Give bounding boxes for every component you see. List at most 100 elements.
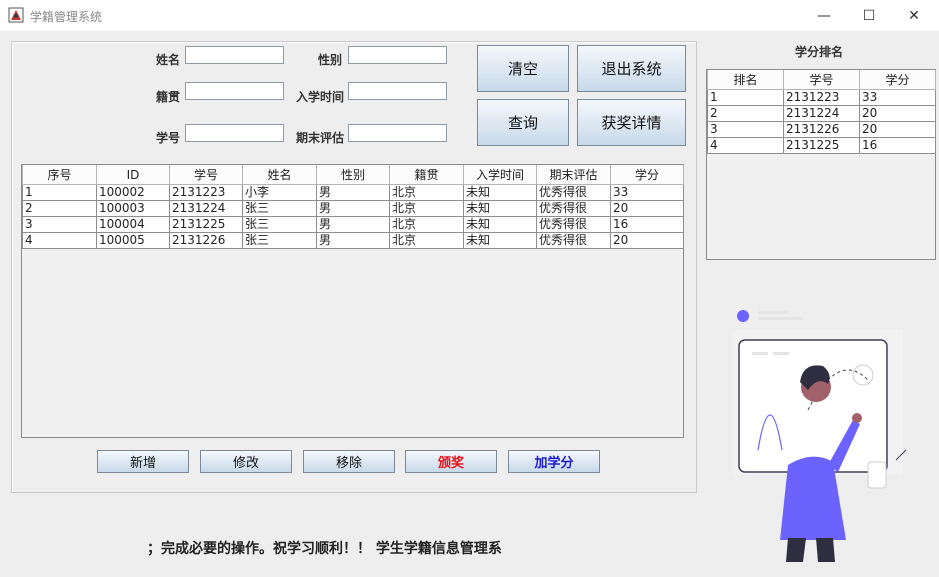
main-table-cell[interactable]: 男 xyxy=(316,232,390,249)
window-title: 学籍管理系统 xyxy=(30,10,103,24)
main-table-cell[interactable]: 100004 xyxy=(96,216,170,233)
rank-table-cell[interactable]: 20 xyxy=(859,121,936,138)
main-table-row[interactable]: 4 100005 2131226 张三男北京 未知 优秀得很 20 xyxy=(22,232,684,249)
rank-table-cell[interactable]: 2131223 xyxy=(783,89,860,106)
java-app-icon xyxy=(8,7,24,23)
main-table-cell[interactable]: 男 xyxy=(316,200,390,217)
main-table-cell[interactable]: 2 xyxy=(22,200,97,217)
main-table-cell[interactable]: 未知 xyxy=(463,184,537,201)
rank-table-row[interactable]: 1 2131223 33 xyxy=(707,89,936,106)
minimize-button[interactable]: — xyxy=(801,0,847,31)
remove-button[interactable]: 移除 xyxy=(303,450,395,473)
rank-table-cell[interactable]: 20 xyxy=(859,105,936,122)
main-table-cell[interactable]: 男 xyxy=(316,184,390,201)
rank-table-cell[interactable]: 2131225 xyxy=(783,137,860,154)
main-table-cell[interactable]: 优秀得很 xyxy=(536,184,611,201)
main-table-cell[interactable]: 北京 xyxy=(389,200,464,217)
main-table-cell[interactable]: 2131225 xyxy=(169,216,243,233)
student-no-label: 学号 xyxy=(155,131,180,145)
main-table-cell[interactable]: 20 xyxy=(610,232,684,249)
maximize-button[interactable]: ☐ xyxy=(846,0,892,31)
main-table-cell[interactable]: 100005 xyxy=(96,232,170,249)
main-table-cell[interactable]: 4 xyxy=(22,232,97,249)
add-credit-button[interactable]: 加学分 xyxy=(508,450,600,473)
main-table-cell[interactable]: 100003 xyxy=(96,200,170,217)
main-table-cell[interactable]: 2131223 xyxy=(169,184,243,201)
main-table-cell[interactable]: 20 xyxy=(610,200,684,217)
rank-table-cell[interactable]: 2131226 xyxy=(783,121,860,138)
main-table-cell[interactable]: 北京 xyxy=(389,216,464,233)
student-table[interactable]: 序号 ID 学号 姓名 性别 籍贯 入学时间 期末评估 学分 1 100002 2131223 小李男… xyxy=(21,164,684,438)
ranking-title: 学分排名 xyxy=(795,45,844,59)
main-table-cell[interactable]: 北京 xyxy=(389,184,464,201)
enroll-time-label: 入学时间 xyxy=(295,90,344,104)
student-illustration xyxy=(733,310,907,562)
rank-table-row[interactable]: 2 2131224 20 xyxy=(707,105,936,122)
clear-button[interactable]: 清空 xyxy=(477,45,569,92)
rank-table-cell[interactable]: 2 xyxy=(707,105,784,122)
main-column-header[interactable]: 序号 xyxy=(22,165,97,185)
main-table-cell[interactable]: 张三 xyxy=(242,232,317,249)
main-table-row[interactable]: 3 100004 2131225 张三男北京 未知 优秀得很 16 xyxy=(22,216,684,233)
gender-label: 性别 xyxy=(317,53,342,67)
scrolling-marquee: ；完成必要的操作。祝学习顺利！！ 学生学籍信息管理系 xyxy=(147,541,502,557)
edit-button[interactable]: 修改 xyxy=(200,450,292,473)
main-table-cell[interactable]: 优秀得很 xyxy=(536,232,611,249)
main-table-cell[interactable]: 张三 xyxy=(242,216,317,233)
award-button[interactable]: 颁奖 xyxy=(405,450,497,473)
main-table-cell[interactable]: 3 xyxy=(22,216,97,233)
main-column-header[interactable]: 籍贯 xyxy=(389,165,464,185)
gender-field[interactable] xyxy=(348,46,447,64)
origin-field[interactable] xyxy=(185,82,284,100)
rank-table-cell[interactable]: 4 xyxy=(707,137,784,154)
origin-label: 籍贯 xyxy=(155,90,180,104)
rank-table-row[interactable]: 4 2131225 16 xyxy=(707,137,936,154)
main-table-cell[interactable]: 优秀得很 xyxy=(536,200,611,217)
main-column-header[interactable]: 学分 xyxy=(610,165,684,185)
exit-system-button[interactable]: 退出系统 xyxy=(577,45,686,92)
rank-table-cell[interactable]: 2131224 xyxy=(783,105,860,122)
main-table-cell[interactable]: 张三 xyxy=(242,200,317,217)
main-column-header[interactable]: 姓名 xyxy=(242,165,317,185)
rank-table-row[interactable]: 3 2131226 20 xyxy=(707,121,936,138)
main-table-cell[interactable]: 33 xyxy=(610,184,684,201)
main-column-header[interactable]: 性别 xyxy=(316,165,390,185)
main-table-cell[interactable]: 100002 xyxy=(96,184,170,201)
main-table-cell[interactable]: 未知 xyxy=(463,232,537,249)
main-table-row[interactable]: 1 100002 2131223 小李男北京 未知 优秀得很 33 xyxy=(22,184,684,201)
main-column-header[interactable]: 入学时间 xyxy=(463,165,537,185)
ranking-table[interactable]: 排名 学号 学分 1 2131223 33 2 2131224 20 3 2131226 20 4 21… xyxy=(706,69,936,260)
main-table-cell[interactable]: 2131224 xyxy=(169,200,243,217)
main-column-header[interactable]: 期末评估 xyxy=(536,165,611,185)
main-table-cell[interactable]: 小李 xyxy=(242,184,317,201)
main-column-header[interactable]: ID xyxy=(96,165,170,185)
main-table-row[interactable]: 2 100003 2131224 张三男北京 未知 优秀得很 20 xyxy=(22,200,684,217)
name-label: 姓名 xyxy=(155,53,180,67)
student-no-field[interactable] xyxy=(185,124,284,142)
name-field[interactable] xyxy=(185,46,284,64)
final-eval-field[interactable] xyxy=(348,124,447,142)
award-detail-button[interactable]: 获奖详情 xyxy=(577,99,686,146)
close-button[interactable]: ✕ xyxy=(891,0,937,31)
main-table-cell[interactable]: 1 xyxy=(22,184,97,201)
rank-table-cell[interactable]: 3 xyxy=(707,121,784,138)
rank-table-cell[interactable]: 1 xyxy=(707,89,784,106)
main-table-cell[interactable]: 2131226 xyxy=(169,232,243,249)
main-table-cell[interactable]: 优秀得很 xyxy=(536,216,611,233)
main-table-cell[interactable]: 未知 xyxy=(463,200,537,217)
title-bar: 学籍管理系统 — ☐ ✕ xyxy=(0,0,939,31)
query-button[interactable]: 查询 xyxy=(477,99,569,146)
main-column-header[interactable]: 学号 xyxy=(169,165,243,185)
main-table-cell[interactable]: 北京 xyxy=(389,232,464,249)
main-table-cell[interactable]: 未知 xyxy=(463,216,537,233)
main-table-cell[interactable]: 16 xyxy=(610,216,684,233)
enroll-time-field[interactable] xyxy=(348,82,447,100)
rank-column-header[interactable]: 学号 xyxy=(783,70,860,90)
rank-table-cell[interactable]: 16 xyxy=(859,137,936,154)
rank-table-cell[interactable]: 33 xyxy=(859,89,936,106)
add-button[interactable]: 新增 xyxy=(97,450,189,473)
main-table-cell[interactable]: 男 xyxy=(316,216,390,233)
rank-column-header[interactable]: 排名 xyxy=(707,70,784,90)
final-eval-label: 期末评估 xyxy=(295,131,344,145)
rank-column-header[interactable]: 学分 xyxy=(859,70,936,90)
